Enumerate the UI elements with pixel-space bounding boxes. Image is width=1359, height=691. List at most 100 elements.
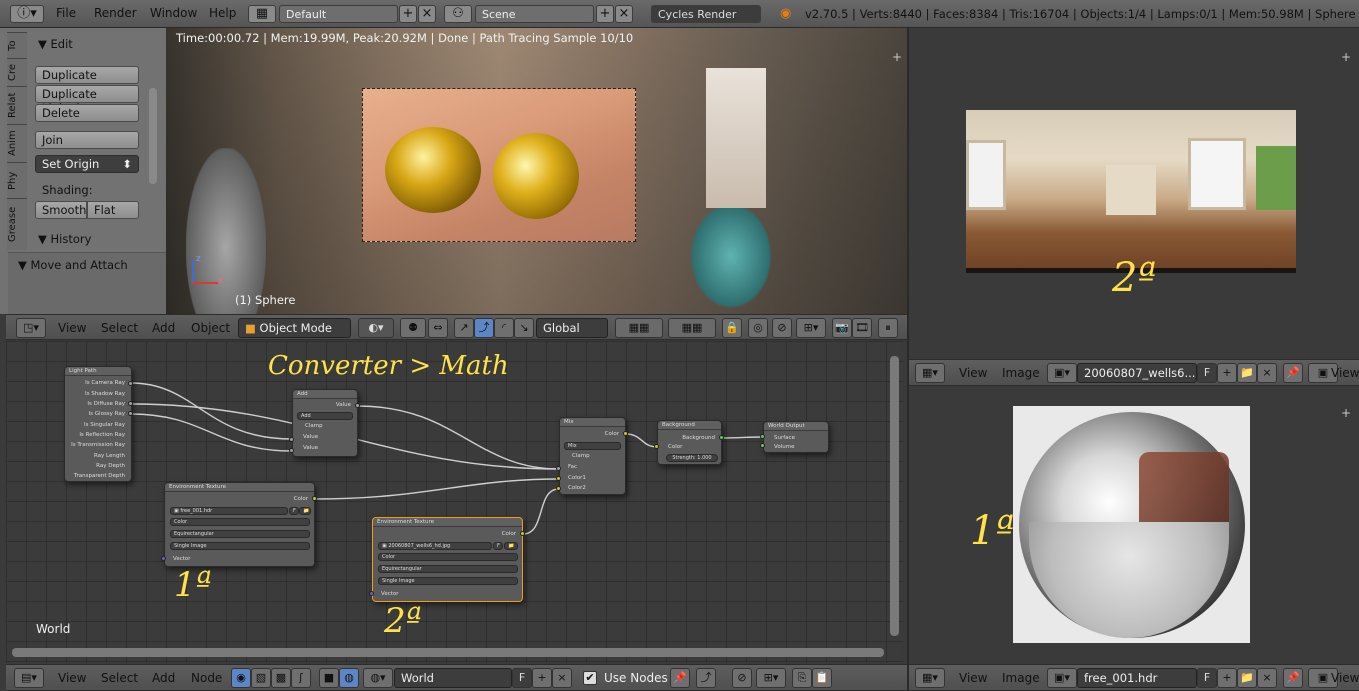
render-engine-select[interactable]: Cycles Render [651,5,761,23]
bottom-image-mode-view[interactable]: View [1331,671,1359,685]
use-nodes-checkbox[interactable]: ✔ [583,671,597,685]
lock-layers-icon[interactable]: 🔒 [722,318,742,338]
tab-tools[interactable]: To [7,32,27,58]
layer-buttons-b[interactable]: ▦▦ [668,318,716,338]
node-menu-view[interactable]: View [58,671,86,685]
node-menu-add[interactable]: Add [152,671,175,685]
env2-fake-user-button[interactable]: F [493,542,503,550]
top-image-browse-icon[interactable]: ▣▾ [1047,363,1077,383]
mix-node[interactable]: Mix Color Mix Clamp Fac Color1 Color2 [559,417,626,495]
screen-layout-icon[interactable]: ▦ [248,5,276,23]
node-editor-h-scrollbar[interactable] [12,648,884,657]
transform-icon[interactable]: ↘ [514,318,534,338]
flat-button[interactable]: Flat [87,201,139,219]
bottom-image-unlink-icon[interactable]: × [1257,668,1277,688]
top-image-new-icon[interactable]: + [1217,363,1237,383]
top-image-mode-view[interactable]: View [1331,366,1359,380]
env2-color-select[interactable]: Color [378,553,518,561]
world-datablock-icon[interactable]: ◍▾ [363,668,393,688]
node-editor-v-scrollbar[interactable] [890,356,899,636]
remove-scene-button[interactable]: × [615,5,633,23]
socket-mix-fac[interactable] [556,466,561,471]
node-menu-node[interactable]: Node [191,671,222,685]
socket-env1-out[interactable] [312,496,317,501]
world-add-icon[interactable]: + [532,668,552,688]
socket-lp-diffuse[interactable] [128,401,133,406]
menu-window[interactable]: Window [150,6,197,20]
go-to-parent-icon[interactable]: ⤴ [696,668,716,688]
viewport-shading-select[interactable]: ◐▾ [358,318,394,338]
background-node[interactable]: Background Background Color Strength: 1.… [657,420,722,465]
env1-projection-select[interactable]: Equirectangular [170,530,310,538]
screen-layout-field[interactable]: Default [279,5,398,23]
socket-env2-out[interactable] [520,531,525,536]
opengl-render-image-icon[interactable]: 📷 [832,318,852,338]
bottom-image-name-field[interactable]: free_001.hdr [1077,668,1197,688]
object-mode-select[interactable]: ■ Object Mode [238,318,351,338]
light-path-node[interactable]: Light Path Is Camera Ray Is Shadow Ray I… [64,366,132,482]
env2-open-icon[interactable]: 📁 [504,542,518,550]
object-shader-icon[interactable]: ■ [319,668,339,688]
info-editor-type-icon[interactable]: ⓘ▾ [10,5,44,23]
bottom-image-fake-user-button[interactable]: F [1197,668,1217,688]
env1-color-select[interactable]: Color [170,518,310,526]
socket-mix-out[interactable] [623,431,628,436]
compositing-nodes-icon[interactable]: ▧ [251,668,271,688]
env1-image-field[interactable]: ▣ free_001.hdr [170,507,288,515]
copy-nodes-icon[interactable]: ⎘ [792,668,812,688]
env2-projection-select[interactable]: Equirectangular [378,565,518,573]
socket-lp-glossy[interactable] [128,411,133,416]
env2-source-select[interactable]: Single Image [378,577,518,585]
duplicate-linked-button[interactable]: Duplicate Linked [35,85,139,115]
paste-nodes-icon[interactable]: 📋 [812,668,832,688]
move-attach-header[interactable]: ▼ Move and Attach [18,258,128,272]
join-button[interactable]: Join [35,131,139,149]
world-datablock-field[interactable]: World [394,668,512,688]
set-origin-menu[interactable]: Set Origin ⬍ [35,155,139,173]
world-fake-user-button[interactable]: F [512,668,532,688]
bottom-image-pin-icon[interactable]: 📌 [1283,668,1303,688]
socket-wo-surface[interactable] [760,434,765,439]
pause-render-icon[interactable]: ⏸ [878,318,898,338]
snap-toggle-icon[interactable]: ⊘ [772,318,792,338]
editor-type-3dview-icon[interactable]: ◳▾ [16,318,46,338]
top-image-open-icon[interactable]: 📁 [1237,363,1257,383]
top-image-pin-icon[interactable]: 📌 [1283,363,1303,383]
tab-grease-pencil[interactable]: Grease [7,198,27,250]
socket-add-in2[interactable] [289,448,294,453]
tab-animation[interactable]: Anim [7,124,27,162]
socket-mix-color2[interactable] [556,486,561,491]
socket-lp-camera[interactable] [128,381,133,386]
snap-node-element-select[interactable]: ⊞▾ [756,668,786,688]
history-panel-header[interactable]: ▼ History [38,232,91,246]
env1-source-select[interactable]: Single Image [170,542,310,550]
tool-shelf-scrollbar[interactable] [149,88,157,184]
layer-buttons-a[interactable]: ▦▦ [615,318,663,338]
viewport-menu-select[interactable]: Select [101,321,138,335]
add-scene-button[interactable]: + [596,5,614,23]
env1-fake-user-button[interactable]: F [289,507,299,515]
world-unlink-icon[interactable]: × [552,668,572,688]
transform-orientation-select[interactable]: Global [536,318,608,338]
socket-env1-vector[interactable] [161,556,166,561]
viewport-menu-view[interactable]: View [58,321,86,335]
socket-env2-vector[interactable] [369,591,374,596]
editor-type-node-icon[interactable]: ▤▾ [14,668,44,688]
environment-texture-node-1[interactable]: Environment Texture Color ▣ free_001.hdr… [164,482,315,567]
bg-strength-field[interactable]: Strength: 1.000 [666,454,718,462]
mix-blend-select[interactable]: Mix [564,442,621,450]
mix-clamp-checkbox[interactable]: Clamp [572,453,590,459]
socket-add-out[interactable] [355,403,360,408]
menu-file[interactable]: File [56,6,76,20]
socket-wo-volume[interactable] [760,443,765,448]
environment-texture-node-2[interactable]: Environment Texture Color ▣ 20060807_wel… [372,517,523,602]
bottom-image-open-icon[interactable]: 📁 [1237,668,1257,688]
top-image-name-field[interactable]: 20060807_wells6... [1077,363,1197,383]
rotate-manipulator-icon[interactable]: ⤴ [474,318,494,338]
bottom-image-browse-icon[interactable]: ▣▾ [1047,668,1077,688]
top-image-menu-image[interactable]: Image [1002,366,1040,380]
env2-image-field[interactable]: ▣ 20060807_wells6_hd.jpg [378,542,492,550]
tab-relations[interactable]: Relat [7,86,27,124]
socket-add-in1[interactable] [289,437,294,442]
edit-panel-header[interactable]: ▼ Edit [38,37,73,51]
